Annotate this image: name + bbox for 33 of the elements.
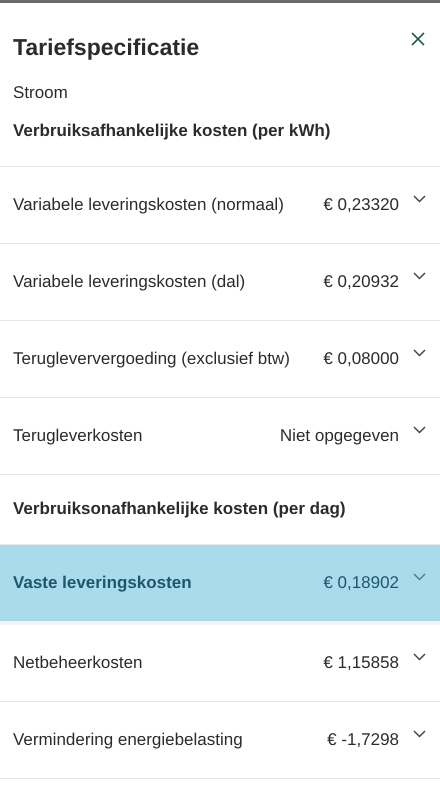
section-heading: Verbruiksafhankelijke kosten (per kWh)	[13, 120, 332, 142]
tariff-row[interactable]: Terugleververgoeding (exclusief btw) € 0,08000	[0, 321, 440, 398]
row-value: € 0,18902	[323, 572, 399, 594]
chevron-down-icon	[413, 195, 426, 203]
row-label: Vermindering energiebelasting	[13, 729, 244, 751]
row-label: Variabele leveringskosten (normaal)	[13, 194, 285, 216]
row-label: Netbeheerkosten	[13, 652, 144, 674]
chevron-down-icon	[413, 272, 426, 280]
chevron-down-icon	[413, 730, 426, 738]
row-value: € 0,08000	[323, 348, 399, 370]
tariff-row[interactable]: Vaste leveringskosten € 0,18902	[0, 545, 440, 625]
section-heading: Verbruiksonafhankelijke kosten (per dag)	[13, 498, 347, 520]
row-value: € -1,7298	[327, 729, 399, 751]
tariff-row[interactable]: Variabele leveringskosten (dal) € 0,20932	[0, 244, 440, 321]
tariff-row[interactable]: Terugleverkosten Niet opgegeven	[0, 398, 440, 475]
row-value: Niet opgegeven	[280, 425, 399, 447]
row-label: Terugleververgoeding (exclusief btw)	[13, 348, 291, 370]
close-icon	[411, 32, 425, 46]
dialog-title: Tariefspecificatie	[13, 33, 200, 62]
tariff-row[interactable]: Vermindering energiebelasting € -1,7298	[0, 702, 440, 779]
chevron-down-icon	[413, 349, 426, 357]
row-value: € 1,15858	[323, 652, 399, 674]
chevron-down-icon	[413, 653, 426, 661]
row-value: € 0,20932	[323, 271, 399, 293]
row-value: € 0,23320	[323, 194, 399, 216]
row-label: Vaste leveringskosten	[13, 572, 193, 594]
tariff-row[interactable]: Variabele leveringskosten (normaal) € 0,23320	[0, 167, 440, 244]
tariff-row[interactable]: Netbeheerkosten € 1,15858	[0, 625, 440, 702]
row-label: Variabele leveringskosten (dal)	[13, 271, 246, 293]
row-label: Terugleverkosten	[13, 425, 144, 447]
subtitle: Stroom	[13, 82, 69, 104]
chevron-down-icon	[413, 573, 426, 581]
chevron-down-icon	[413, 426, 426, 434]
